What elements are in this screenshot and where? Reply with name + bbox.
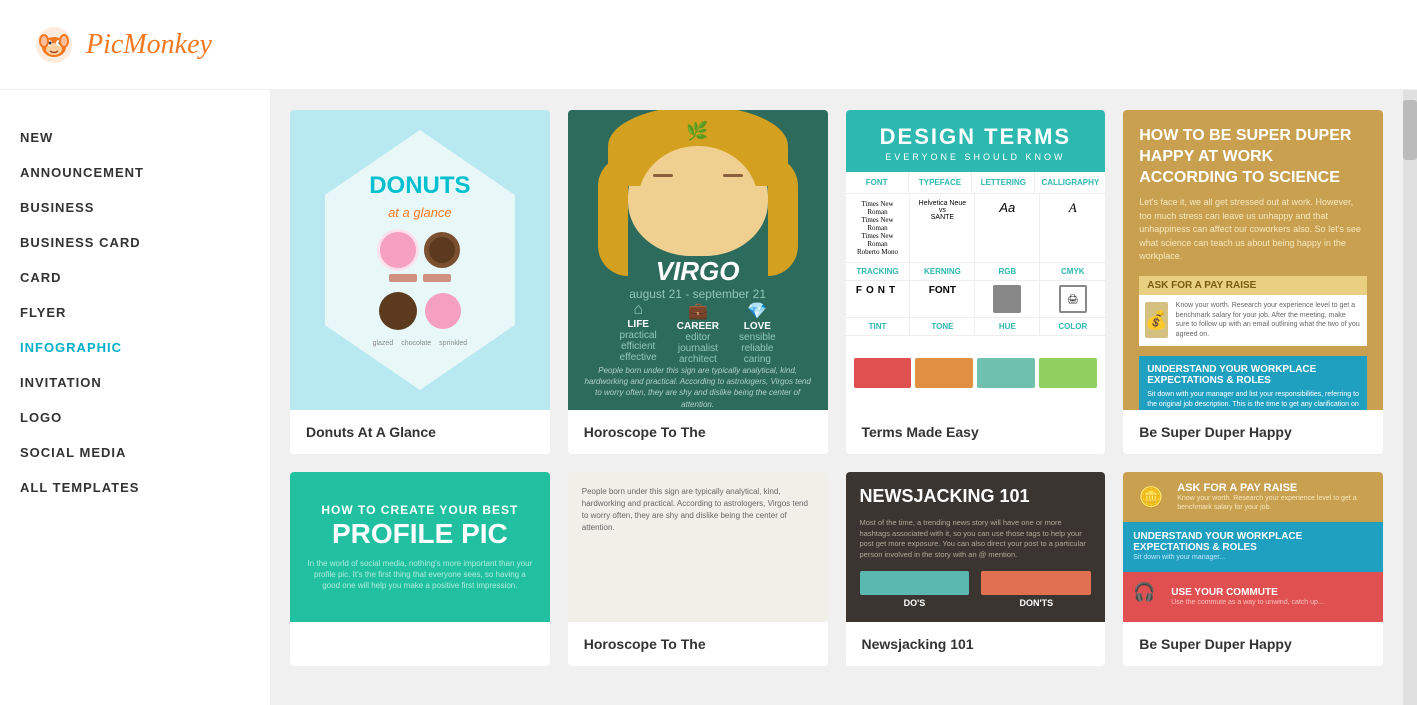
card-newsjacking-label: Newsjacking 101 <box>846 622 1106 666</box>
donut-3 <box>379 292 417 330</box>
card-profile-pic-image: HOW TO CREATE YOUR BEST PROFILE PIC In t… <box>290 472 550 622</box>
donts-label: DON'TS <box>981 598 1091 608</box>
card-virgo-image: 🌿 VIRGO august 21 - september 21 <box>568 110 828 410</box>
card-virgo-label: Horoscope To The <box>568 410 828 454</box>
card-donuts[interactable]: DONUTS at a glance <box>290 110 550 454</box>
logo-text: PicMonkey <box>86 29 212 61</box>
sidebar-item-business[interactable]: BUSINESS <box>20 190 250 225</box>
virgo-description: People born under this sign are typicall… <box>584 365 812 410</box>
card-happy2-label: Be Super Duper Happy <box>1123 622 1383 666</box>
sidebar-item-card[interactable]: CARD <box>20 260 250 295</box>
work-section1-body: Know your worth. Research your experienc… <box>1176 301 1361 340</box>
virgo-career: 💼 CAREER editorjournalistarchitect <box>677 301 719 365</box>
bacon-strip <box>389 274 417 282</box>
laurel-icon: 🌿 <box>633 121 763 142</box>
card-horoscope-bottom-label: Horoscope To The <box>568 622 828 666</box>
card-work-happy-image: HOW TO BE SUPER DUPER HAPPY AT WORK ACCO… <box>1123 110 1383 410</box>
card-work-happy[interactable]: HOW TO BE SUPER DUPER HAPPY AT WORK ACCO… <box>1123 110 1383 454</box>
sidebar: NEW ANNOUNCEMENT BUSINESS BUSINESS CARD … <box>0 90 270 705</box>
card-newsjacking-image: NEWSJACKING 101 Most of the time, a tren… <box>846 472 1106 622</box>
donut-1 <box>380 232 416 268</box>
sidebar-item-business-card[interactable]: BUSINESS CARD <box>20 225 250 260</box>
newsjacking-title: NEWSJACKING 101 <box>860 486 1092 508</box>
card-donuts-image: DONUTS at a glance <box>290 110 550 410</box>
card-happy2[interactable]: 🪙 ASK FOR A PAY RAISE Know your worth. R… <box>1123 472 1383 666</box>
donuts-subtitle: at a glance <box>388 205 452 220</box>
template-grid-row2: HOW TO CREATE YOUR BEST PROFILE PIC In t… <box>290 472 1383 666</box>
profile-body: In the world of social media, nothing's … <box>306 558 534 592</box>
card-horoscope-bottom[interactable]: People born under this sign are typicall… <box>568 472 828 666</box>
sidebar-item-logo[interactable]: LOGO <box>20 400 250 435</box>
sidebar-item-infographic[interactable]: INFOGRAPHIC <box>20 330 250 365</box>
work-body: Let's face it, we all get stressed out a… <box>1139 196 1367 264</box>
scrollbar-track[interactable] <box>1403 90 1417 705</box>
sidebar-item-announcement[interactable]: ANNOUNCEMENT <box>20 155 250 190</box>
virgo-title: VIRGO <box>629 256 766 287</box>
sidebar-item-new[interactable]: NEW <box>20 120 250 155</box>
money-stack-icon: 🪙 <box>1133 479 1169 515</box>
virgo-life: ⌂ LIFE practicalefficienteffective <box>620 301 657 365</box>
sidebar-item-flyer[interactable]: FLYER <box>20 295 250 330</box>
donut-2 <box>424 232 460 268</box>
donut-4 <box>425 293 461 329</box>
sidebar-item-all-templates[interactable]: ALL TEMPLATES <box>20 470 250 505</box>
card-newsjacking[interactable]: NEWSJACKING 101 Most of the time, a tren… <box>846 472 1106 666</box>
card-donuts-label: Donuts At A Glance <box>290 410 550 454</box>
newsjacking-body: Most of the time, a trending news story … <box>860 518 1092 560</box>
monkey-icon <box>30 21 78 69</box>
work-section2-title: UNDERSTAND YOUR WORKPLACE EXPECTATIONS &… <box>1147 364 1359 386</box>
card-happy2-image: 🪙 ASK FOR A PAY RAISE Know your worth. R… <box>1123 472 1383 622</box>
card-design-terms-image: DESIGN TERMS EVERYONE SHOULD KNOW FONT T… <box>846 110 1106 410</box>
card-design-terms[interactable]: DESIGN TERMS EVERYONE SHOULD KNOW FONT T… <box>846 110 1106 454</box>
card-work-happy-label: Be Super Duper Happy <box>1123 410 1383 454</box>
horoscope-bottom-text: People born under this sign are typicall… <box>568 472 828 548</box>
main-layout: NEW ANNOUNCEMENT BUSINESS BUSINESS CARD … <box>0 90 1417 705</box>
newsjacking-dos: DO'S <box>860 571 970 608</box>
content-area: DONUTS at a glance <box>270 90 1403 705</box>
sidebar-item-invitation[interactable]: INVITATION <box>20 365 250 400</box>
card-virgo[interactable]: 🌿 VIRGO august 21 - september 21 <box>568 110 828 454</box>
card-design-terms-label: Terms Made Easy <box>846 410 1106 454</box>
profile-title: PROFILE PIC <box>332 519 508 550</box>
headphones-icon: 🎧 <box>1133 582 1163 612</box>
header: PicMonkey <box>0 0 1417 90</box>
work-title: HOW TO BE SUPER DUPER HAPPY AT WORK ACCO… <box>1139 126 1367 188</box>
design-terms-title: DESIGN TERMS <box>856 124 1096 150</box>
newsjacking-donts: DON'TS <box>981 571 1091 608</box>
scrollbar-thumb[interactable] <box>1403 100 1417 160</box>
design-terms-sub: EVERYONE SHOULD KNOW <box>856 152 1096 162</box>
sidebar-item-social-media[interactable]: SOCIAL MEDIA <box>20 435 250 470</box>
virgo-dates: august 21 - september 21 <box>629 287 766 301</box>
card-profile-pic[interactable]: HOW TO CREATE YOUR BEST PROFILE PIC In t… <box>290 472 550 666</box>
profile-pre: HOW TO CREATE YOUR BEST <box>321 502 518 519</box>
dos-label: DO'S <box>860 598 970 608</box>
donuts-title: DONUTS <box>369 173 470 199</box>
card-horoscope-bottom-image: People born under this sign are typicall… <box>568 472 828 622</box>
virgo-love: 💎 LOVE sensiblereliablecaring <box>739 301 776 365</box>
logo[interactable]: PicMonkey <box>30 21 212 69</box>
work-section2-body: Sit down with your manager and list your… <box>1147 390 1359 410</box>
work-section1-title: ASK FOR A PAY RAISE <box>1139 276 1367 295</box>
template-grid-row1: DONUTS at a glance <box>290 110 1383 454</box>
coins-icon: 💰 <box>1145 302 1167 338</box>
